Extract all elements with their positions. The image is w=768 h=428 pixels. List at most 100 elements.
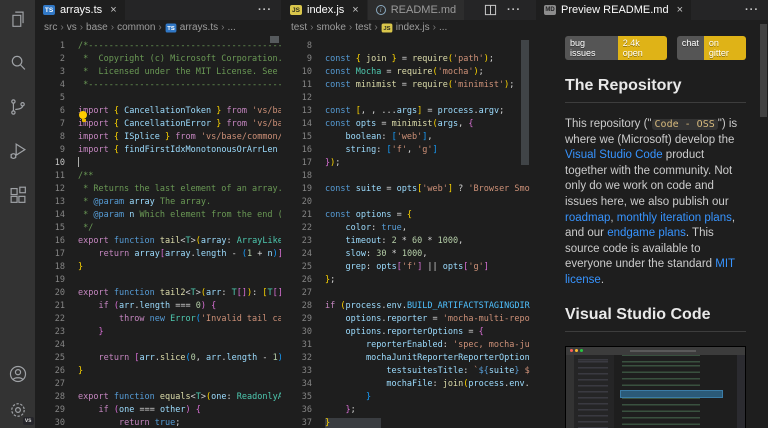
accounts-icon[interactable]: [6, 362, 30, 386]
close-icon[interactable]: ×: [352, 4, 358, 16]
code-line[interactable]: 27: [282, 287, 530, 300]
code-line[interactable]: 21 if (arr.length === 0) {: [35, 300, 281, 313]
code-line[interactable]: 5: [35, 92, 281, 105]
code-line[interactable]: 19: [35, 274, 281, 287]
badge-chat[interactable]: chaton gitter: [677, 36, 746, 60]
code-line[interactable]: 25 grep: opts['f'] || opts['g']: [282, 261, 530, 274]
breadcrumb-item[interactable]: index.js: [396, 22, 430, 33]
code-line[interactable]: 37}: [282, 417, 530, 428]
code-line[interactable]: 19const suite = opts['web'] ? 'Browser S…: [282, 183, 530, 196]
link[interactable]: monthly iteration plans: [617, 212, 732, 224]
code-line[interactable]: 6import { CancellationToken } from 'vs/b…: [35, 105, 281, 118]
source-control-icon[interactable]: [6, 95, 30, 119]
code-line[interactable]: 31 reporterEnabled: 'spec, mocha-junit-r…: [282, 339, 530, 352]
extensions-icon[interactable]: [6, 183, 30, 207]
breadcrumb-item[interactable]: vs: [67, 22, 77, 33]
code-line[interactable]: 21const options = {: [282, 209, 530, 222]
code-line[interactable]: 7import { CancellationError } from 'vs/b…: [35, 118, 281, 131]
code-line[interactable]: 36 };: [282, 404, 530, 417]
code-line[interactable]: 27: [35, 378, 281, 391]
code-line[interactable]: 14const opts = minimist(args, {: [282, 118, 530, 131]
code-line[interactable]: 29 if (one === other) {: [35, 404, 281, 417]
code-line[interactable]: 17});: [282, 157, 530, 170]
code-line[interactable]: 23 timeout: 2 * 60 * 1000,: [282, 235, 530, 248]
breadcrumb-item[interactable]: ...: [439, 22, 447, 33]
scrollbar-thumb[interactable]: [270, 36, 279, 43]
breadcrumb-item[interactable]: test: [291, 22, 307, 33]
tab-index-js[interactable]: JS index.js ×: [282, 0, 368, 20]
code-line[interactable]: 22 throw new Error('Invalid tail call');: [35, 313, 281, 326]
code-line[interactable]: 26};: [282, 274, 530, 287]
code-line[interactable]: 11/**: [35, 170, 281, 183]
code-line[interactable]: 23 }: [35, 326, 281, 339]
code-line[interactable]: 4 *-------------------------------------…: [35, 79, 281, 92]
code-line[interactable]: 35 }: [282, 391, 530, 404]
code-line[interactable]: 17 return array[array.length - (1 + n)];: [35, 248, 281, 261]
code-line[interactable]: 3 * Licensed under the MIT License. See …: [35, 66, 281, 79]
code-line[interactable]: 15 */: [35, 222, 281, 235]
link[interactable]: Visual Studio Code: [565, 149, 663, 161]
code-line[interactable]: 9const { join } = require('path');: [282, 53, 530, 66]
tab-arrays-ts[interactable]: TS arrays.ts ×: [35, 0, 126, 20]
breadcrumb-item[interactable]: smoke: [316, 22, 345, 33]
breadcrumb-item[interactable]: src: [44, 22, 57, 33]
code-line[interactable]: 16export function tail<T>(array: ArrayLi…: [35, 235, 281, 248]
link[interactable]: roadmap: [565, 212, 610, 224]
code-line[interactable]: 15 boolean: ['web'],: [282, 131, 530, 144]
scrollbar-thumb[interactable]: [760, 24, 767, 117]
code-line[interactable]: 33 testsuitesTitle: `${suite} ${process.…: [282, 365, 530, 378]
code-line[interactable]: 12 * Returns the last element of an arra…: [35, 183, 281, 196]
breadcrumb-item[interactable]: base: [86, 22, 108, 33]
code-line[interactable]: 13 * @param array The array.: [35, 196, 281, 209]
close-icon[interactable]: ×: [110, 4, 116, 16]
code-line[interactable]: 2 * Copyright (c) Microsoft Corporation.…: [35, 53, 281, 66]
code-line[interactable]: 12: [282, 92, 530, 105]
code-line[interactable]: 10const Mocha = require('mocha');: [282, 66, 530, 79]
code-line[interactable]: 20export function tail2<T>(arr: T[]): [T…: [35, 287, 281, 300]
code-line[interactable]: 20: [282, 196, 530, 209]
code-line[interactable]: 29 options.reporter = 'mocha-multi-repor…: [282, 313, 530, 326]
settings-gear-icon[interactable]: MD vs: [6, 398, 30, 422]
code-line[interactable]: 16 string: ['f', 'g']: [282, 144, 530, 157]
breadcrumb-item[interactable]: arrays.ts: [180, 22, 218, 33]
scrollbar-thumb[interactable]: [521, 40, 529, 165]
code-line[interactable]: 34 mochaFile: join(process.env.BUILD_ART…: [282, 378, 530, 391]
code-line[interactable]: 28if (process.env.BUILD_ARTIFACTSTAGINGD…: [282, 300, 530, 313]
code-line[interactable]: 25 return [arr.slice(0, arr.length - 1),…: [35, 352, 281, 365]
breadcrumb-item[interactable]: common: [117, 22, 155, 33]
code-line[interactable]: 1/*-------------------------------------…: [35, 40, 281, 53]
close-icon[interactable]: ×: [677, 4, 683, 16]
code-line[interactable]: 8: [282, 40, 530, 53]
split-editor-icon[interactable]: [484, 4, 497, 16]
search-icon[interactable]: [6, 51, 30, 75]
more-actions-icon[interactable]: ···: [258, 4, 272, 16]
explorer-icon[interactable]: [6, 7, 30, 31]
code-line[interactable]: 8import { ISplice } from 'vs/base/common…: [35, 131, 281, 144]
run-debug-icon[interactable]: [6, 139, 30, 163]
code-line[interactable]: 24 slow: 30 * 1000,: [282, 248, 530, 261]
code-line[interactable]: 24: [35, 339, 281, 352]
more-actions-icon[interactable]: ···: [745, 4, 759, 16]
link[interactable]: endgame plans: [607, 227, 686, 239]
lightbulb-icon[interactable]: [79, 111, 88, 122]
breadcrumb-item[interactable]: test: [355, 22, 371, 33]
tab-preview-readme[interactable]: MD Preview README.md ×: [536, 0, 692, 20]
breadcrumb-item[interactable]: ...: [227, 22, 235, 33]
code-line[interactable]: 18: [282, 170, 530, 183]
code-line[interactable]: 18}: [35, 261, 281, 274]
code-line[interactable]: 28export function equals<T>(one: Readonl…: [35, 391, 281, 404]
code-line[interactable]: 10: [35, 157, 281, 170]
badge-bug-issues[interactable]: bug issues2.4k open: [565, 36, 667, 60]
code-line[interactable]: 30 options.reporterOptions = {: [282, 326, 530, 339]
code-line[interactable]: 13const [, , ...args] = process.argv;: [282, 105, 530, 118]
code-line[interactable]: 11const minimist = require('minimist');: [282, 79, 530, 92]
code-line[interactable]: 22 color: true,: [282, 222, 530, 235]
code-line[interactable]: 9import { findFirstIdxMonotonousOrArrLen…: [35, 144, 281, 157]
code-editor-index-js[interactable]: 89const { join } = require('path');10con…: [282, 35, 530, 428]
code-line[interactable]: 26}: [35, 365, 281, 378]
code-line[interactable]: 32 mochaJunitReporterReporterOptions: {: [282, 352, 530, 365]
code-line[interactable]: 14 * @param n Which element from the end…: [35, 209, 281, 222]
code-editor-arrays-ts[interactable]: 1/*-------------------------------------…: [35, 35, 281, 428]
code-line[interactable]: 30 return true;: [35, 417, 281, 428]
more-actions-icon[interactable]: ···: [507, 4, 521, 16]
